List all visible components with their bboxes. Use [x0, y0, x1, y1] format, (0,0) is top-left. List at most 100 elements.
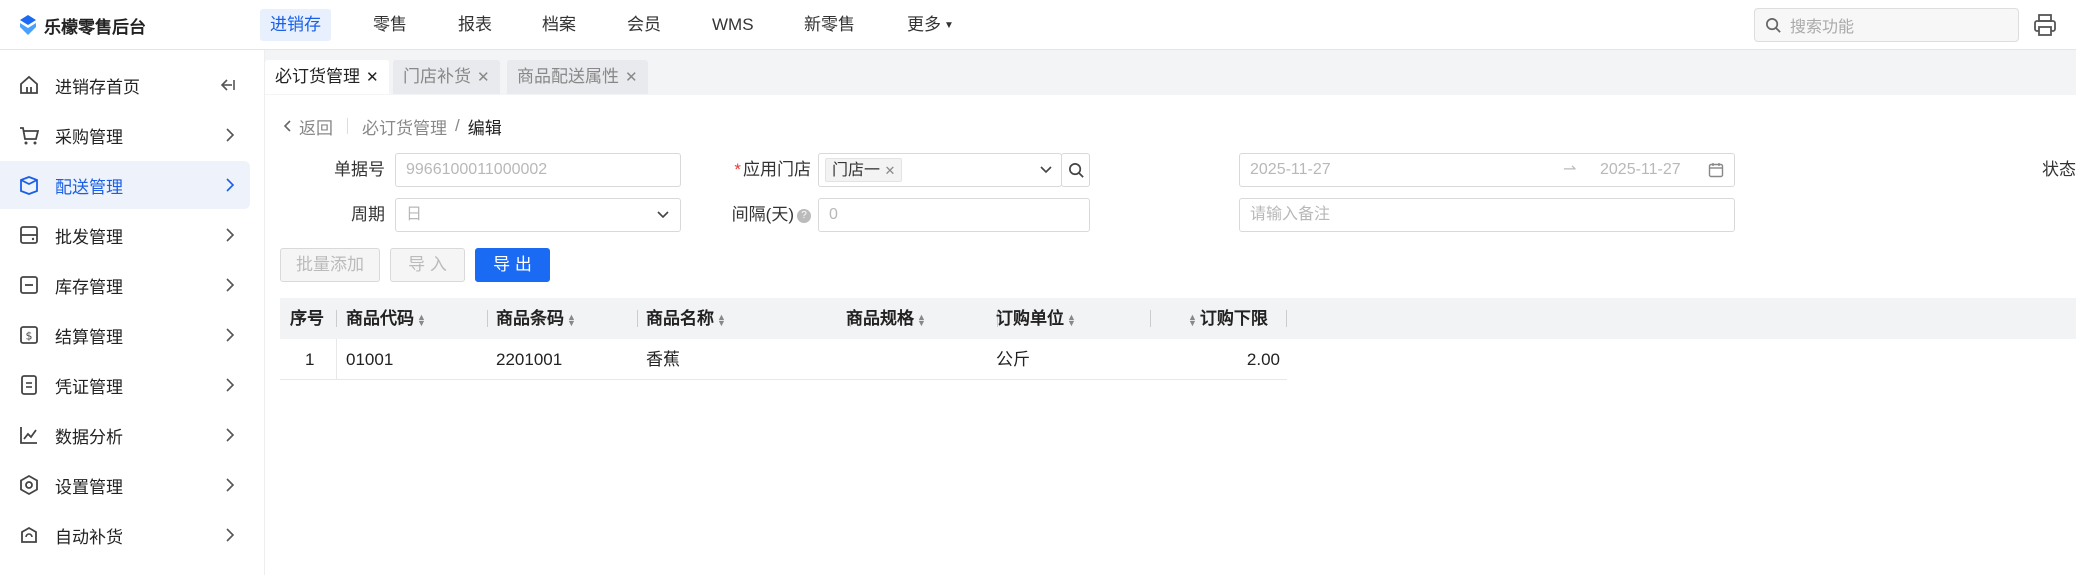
sidebar-item-auto-replenish[interactable]: 自动补货: [0, 511, 250, 559]
sort-icon[interactable]: ▲ ▼: [717, 312, 726, 327]
sidebar-item-label: 数据分析: [55, 427, 123, 447]
calendar-icon: [1708, 163, 1724, 178]
tab-required-order[interactable]: 必订货管理 ✕: [265, 60, 389, 94]
sidebar-item-label: 结算管理: [55, 327, 123, 347]
nav-members[interactable]: 会员: [617, 9, 671, 41]
remark-placeholder: 请输入备注: [1250, 206, 1331, 223]
nav-more[interactable]: 更多 ▼: [897, 9, 964, 41]
nav-new-retail[interactable]: 新零售: [794, 9, 865, 41]
sidebar-item-voucher[interactable]: 凭证管理: [0, 361, 250, 409]
sidebar-item-label: 凭证管理: [55, 377, 123, 397]
breadcrumb-slash: /: [455, 116, 460, 135]
tab-delivery-attributes[interactable]: 商品配送属性 ✕: [507, 60, 648, 94]
date-end: 2025-11-27: [1600, 161, 1681, 178]
export-button[interactable]: 导 出: [475, 248, 550, 282]
cart-icon: [20, 127, 40, 145]
close-tab-icon[interactable]: ✕: [366, 69, 379, 86]
collapse-sidebar-icon[interactable]: [220, 78, 236, 92]
col-min-qty-label: 订购下限: [1199, 309, 1268, 328]
tab-bar: 必订货管理 ✕ 门店补货 ✕ 商品配送属性 ✕: [265, 50, 2076, 95]
row-divider: [336, 339, 337, 380]
cell-barcode: 2201001: [496, 350, 563, 369]
column-divider: [487, 310, 488, 327]
cycle-value: 日: [406, 206, 423, 223]
search-icon: [1766, 17, 1781, 33]
sidebar-item-data-analysis[interactable]: 数据分析: [0, 411, 250, 459]
sidebar-item-settings[interactable]: 设置管理: [0, 461, 250, 509]
sidebar-item-home[interactable]: 进销存首页: [0, 61, 250, 109]
nav-jinxiaocun[interactable]: 进销存: [260, 9, 331, 41]
settlement-icon: $: [20, 326, 38, 344]
doc-no-input[interactable]: 9966100011000002: [395, 153, 681, 187]
inventory-icon: [20, 276, 38, 294]
store-tag: 门店一 ✕: [825, 158, 903, 182]
back-label: 返回: [299, 118, 333, 138]
sidebar-item-inventory[interactable]: 库存管理: [0, 261, 250, 309]
sidebar-item-wholesale[interactable]: 批发管理: [0, 211, 250, 259]
chevron-down-icon: [657, 211, 669, 219]
caret-down-icon: ▼: [944, 19, 954, 31]
nav-archives[interactable]: 档案: [532, 9, 586, 41]
interval-input[interactable]: 0: [818, 198, 1090, 232]
sidebar-item-label: 自动补货: [55, 527, 123, 547]
main-content: 必订货管理 ✕ 门店补货 ✕ 商品配送属性 ✕ 返回 必订货管理 / 编辑 单据号 9…: [265, 50, 2076, 575]
sidebar-item-label: 配送管理: [55, 177, 123, 197]
col-name[interactable]: 商品名称 ▲ ▼: [646, 298, 726, 339]
nav-reports[interactable]: 报表: [448, 9, 502, 41]
search-input[interactable]: 搜索功能: [1754, 8, 2019, 42]
chevron-right-icon: [226, 178, 235, 192]
printer-icon[interactable]: [2032, 12, 2058, 38]
col-spec[interactable]: 商品规格 ▲ ▼: [846, 298, 926, 339]
cell-index: 1: [305, 350, 315, 369]
close-tab-icon[interactable]: ✕: [477, 69, 490, 86]
col-min-qty[interactable]: ▲ ▼ 订购下限: [1188, 298, 1268, 339]
back-link[interactable]: 返回: [283, 114, 333, 139]
batch-add-button[interactable]: 批量添加: [280, 248, 380, 282]
remark-input[interactable]: 请输入备注: [1239, 198, 1735, 232]
close-tab-icon[interactable]: ✕: [625, 69, 638, 86]
app-title: 乐檬零售后台: [44, 17, 146, 37]
search-icon: [1069, 163, 1084, 178]
chevron-right-icon: [226, 328, 235, 342]
col-unit[interactable]: 订购单位 ▲ ▼: [996, 298, 1076, 339]
store-label-text: 应用门店: [743, 160, 811, 179]
app-logo[interactable]: 乐檬零售后台: [18, 12, 146, 38]
column-divider: [637, 310, 638, 327]
chevron-right-icon: [226, 378, 235, 392]
chevron-right-icon: [226, 478, 235, 492]
nav-wms[interactable]: WMS: [702, 9, 764, 41]
sidebar-item-label: 进销存首页: [55, 77, 140, 97]
chevron-down-icon: [1040, 166, 1052, 174]
remove-tag-icon[interactable]: ✕: [884, 163, 895, 178]
auto-replenish-icon: [21, 526, 37, 543]
store-select[interactable]: 门店一 ✕: [818, 153, 1062, 187]
sidebar-item-settlement[interactable]: $ 结算管理: [0, 311, 250, 359]
col-index: 序号: [290, 309, 324, 328]
chart-line-icon: [20, 427, 37, 444]
sidebar-item-delivery[interactable]: 配送管理: [0, 161, 250, 209]
table-row[interactable]: 1 01001 2201001 香蕉 公斤 2.00: [280, 339, 1287, 380]
import-button[interactable]: 导 入: [390, 248, 465, 282]
voucher-icon: [21, 375, 37, 395]
logo-icon: [20, 15, 36, 35]
required-mark: *: [734, 160, 741, 179]
tab-store-replenish[interactable]: 门店补货 ✕: [393, 60, 500, 94]
chevron-right-icon: [226, 128, 235, 142]
store-search-button[interactable]: [1061, 153, 1090, 187]
sort-icon[interactable]: ▲ ▼: [567, 312, 576, 327]
help-icon[interactable]: ?: [797, 208, 811, 223]
sort-icon[interactable]: ▲ ▼: [917, 312, 926, 327]
col-barcode[interactable]: 商品条码 ▲ ▼: [496, 298, 576, 339]
nav-more-label: 更多: [907, 15, 941, 34]
tab-label: 商品配送属性: [517, 67, 619, 86]
nav-retail[interactable]: 零售: [363, 9, 417, 41]
breadcrumb-parent[interactable]: 必订货管理: [362, 114, 447, 139]
sort-icon[interactable]: ▲ ▼: [1067, 312, 1076, 327]
sort-icon[interactable]: ▲ ▼: [417, 312, 426, 327]
date-range-input[interactable]: 2025-11-27 ⇀ 2025-11-27: [1239, 153, 1735, 187]
sort-icon[interactable]: ▲ ▼: [1188, 312, 1197, 327]
table-header: 序号 商品代码 ▲ ▼ 商品条码 ▲ ▼ 商品名称 ▲ ▼ 商品规格 ▲ ▼ 订购单位 ▲ ▼ ▲ ▼…: [280, 298, 2076, 339]
sidebar-item-purchase[interactable]: 采购管理: [0, 111, 250, 159]
col-code[interactable]: 商品代码 ▲ ▼: [346, 298, 426, 339]
cycle-select[interactable]: 日: [395, 198, 681, 232]
